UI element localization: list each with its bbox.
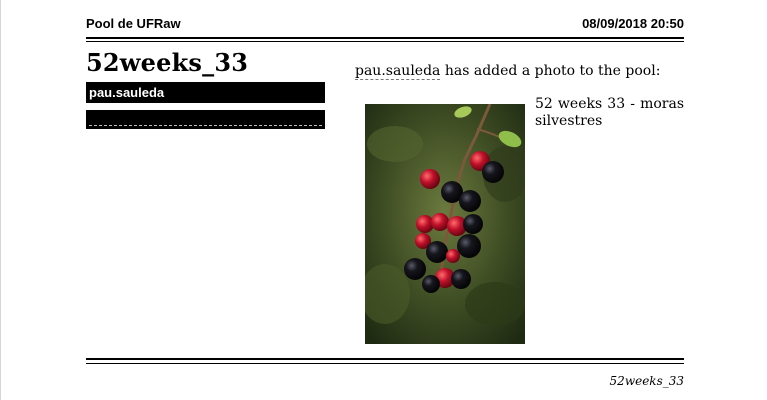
empty-bar [86,110,325,129]
footer-tag: 52weeks_33 [609,374,684,388]
activity-line: pau.sauleda has added a photo to the poo… [355,63,661,80]
blackberries-image [365,104,525,344]
date-time: 08/09/2018 20:50 [582,16,684,31]
page-header: Pool de UFRaw 08/09/2018 20:50 [86,14,684,34]
left-edge-divider [0,0,1,400]
header-rule [86,37,684,39]
username-bar[interactable]: pau.sauleda [86,82,325,103]
footer-rule-thin [86,363,684,364]
activity-text: has added a photo to the pool: [444,63,661,79]
user-link[interactable]: pau.sauleda [355,63,441,80]
pool-photo[interactable] [365,104,525,344]
pool-title: Pool de UFRaw [86,16,181,31]
footer-rule [86,358,684,360]
header-rule-thin [86,41,684,42]
post-title: 52weeks_33 [86,48,249,77]
dashed-underline [89,125,322,126]
photo-caption: 52 weeks 33 - moras silvestres [535,96,684,129]
username-label: pau.sauleda [89,85,165,100]
